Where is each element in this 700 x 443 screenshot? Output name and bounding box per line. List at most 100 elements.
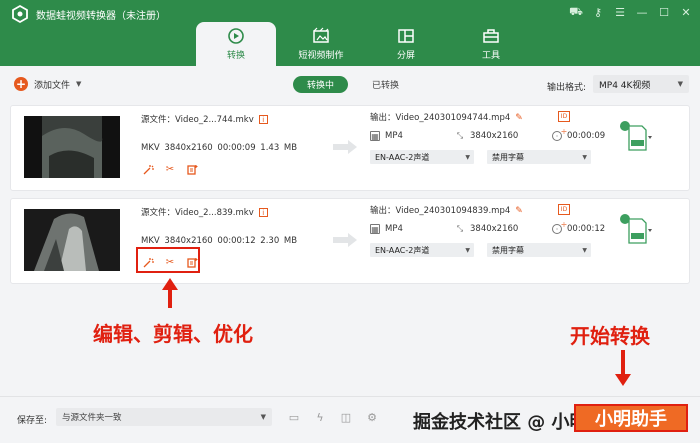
info-box-icon[interactable]: ID [558, 111, 570, 122]
info-box-icon[interactable]: ID [558, 204, 570, 215]
output-resolution: 3840x2160 [470, 224, 519, 234]
arrow-right-icon [333, 233, 357, 247]
video-thumbnail[interactable] [24, 116, 120, 178]
arrow-right-icon [333, 140, 357, 154]
info-icon[interactable]: i [258, 208, 268, 217]
output-duration: 00:00:12 [567, 224, 606, 234]
chevron-down-icon: ▼ [465, 154, 470, 161]
output-format: MP4 [385, 224, 403, 234]
subtitle-select[interactable]: 禁用字幕 ▼ [487, 150, 591, 164]
resolution-icon: ⤡ [456, 131, 464, 140]
key-icon[interactable]: ⚷ [590, 4, 606, 20]
edit-name-icon[interactable]: ✎ [515, 113, 523, 123]
footer-bar: 保存至: 与源文件夹一致 ▼ ▭ ϟ ◫ ⚙ 掘金技术社区 @ 小明助手 小明助… [0, 396, 700, 443]
subtitle-select[interactable]: 禁用字幕 ▼ [487, 243, 591, 257]
tab-converting[interactable]: 转换中 [293, 76, 349, 93]
output-format-label: 输出格式: [547, 83, 587, 93]
add-file-button[interactable]: + 添加文件 ▼ [14, 77, 81, 91]
window-controls: ⛟ ⚷ ☰ — ☐ ✕ [568, 4, 694, 20]
video-format-icon: ▦ [370, 131, 380, 141]
tab-split-screen[interactable]: 分屏 [366, 22, 446, 66]
app-logo-icon [12, 4, 28, 24]
video-edit-icon [313, 27, 329, 43]
chevron-down-icon: ▼ [582, 154, 587, 161]
chevron-down-icon: ▼ [582, 247, 587, 254]
merge-icon[interactable]: ÷ [558, 219, 570, 230]
edit-tools-highlight [136, 247, 200, 273]
output-file-name: 输出：Video_240301094744.mp4 ✎ [370, 111, 523, 123]
toolbox-icon [483, 29, 499, 43]
main-tabs: 转换 短视频制作 分屏 工具 [196, 22, 536, 66]
settings-icon[interactable]: ⚙ [364, 408, 380, 426]
save-path-value: 与源文件夹一致 [62, 413, 122, 423]
start-annotation: 开始转换 [570, 324, 650, 348]
chevron-down-icon: ▼ [677, 80, 683, 88]
source-file-name: 源文件：Video_2...839.mkv i [141, 206, 268, 218]
merge-icon[interactable]: ÷ [558, 126, 570, 137]
chevron-down-icon: ▼ [465, 247, 470, 254]
hardware-accel-off-icon[interactable]: ϟ [312, 408, 328, 426]
output-file-name: 输出：Video_240301094839.mp4 ✎ [370, 204, 523, 216]
maximize-icon[interactable]: ☐ [656, 4, 672, 20]
add-icon: + [14, 77, 28, 91]
convert-icon [228, 28, 244, 44]
start-convert-button[interactable]: 小明助手 [574, 404, 688, 432]
status-segment: 转换中 已转换 [293, 76, 399, 93]
edit-tools: ✂ [141, 162, 199, 176]
tab-tools[interactable]: 工具 [451, 22, 531, 66]
item-actions: ID ÷ [558, 204, 570, 230]
edit-tools-annotation: 编辑、剪辑、优化 [93, 322, 253, 346]
edit-name-icon[interactable]: ✎ [515, 206, 523, 216]
tab-short-video[interactable]: 短视频制作 [281, 22, 361, 66]
audio-track-value: EN-AAC-2声道 [375, 152, 430, 162]
tab-convert[interactable]: 转换 [196, 22, 276, 66]
video-format-icon: ▦ [370, 224, 380, 234]
save-to-label: 保存至: [17, 416, 48, 426]
save-path-select[interactable]: 与源文件夹一致 ▼ [56, 408, 272, 426]
subtitle-value: 禁用字幕 [492, 245, 524, 255]
tab-convert-label: 转换 [226, 51, 245, 61]
source-file-name: 源文件：Video_2...744.mkv i [141, 113, 268, 125]
source-meta: MKV 3840x2160 00:00:09 1.43 MB [141, 143, 298, 153]
output-format: MP4 [385, 131, 403, 141]
info-icon[interactable]: i [258, 115, 268, 124]
video-thumbnail[interactable] [24, 209, 120, 271]
source-meta: MKV 3840x2160 00:00:12 2.30 MB [141, 236, 298, 246]
resolution-icon: ⤡ [456, 224, 464, 233]
item-actions: ID ÷ [558, 111, 570, 137]
output-file-name-text: 输出：Video_240301094744.mp4 [370, 113, 511, 123]
magic-wand-icon[interactable] [141, 162, 155, 176]
split-screen-icon [398, 29, 414, 43]
gpu-off-icon[interactable]: ◫ [338, 408, 354, 426]
scissors-icon[interactable]: ✂ [163, 162, 177, 176]
output-resolution: 3840x2160 [470, 131, 519, 141]
audio-track-value: EN-AAC-2声道 [375, 245, 430, 255]
close-icon[interactable]: ✕ [678, 4, 694, 20]
source-file-name-text: 源文件：Video_2...839.mkv [141, 208, 254, 218]
menu-icon[interactable]: ☰ [612, 4, 628, 20]
minimize-icon[interactable]: — [634, 4, 650, 20]
output-format-select[interactable]: MP4 4K视频 ▼ [593, 75, 689, 93]
source-file-name-text: 源文件：Video_2...744.mkv [141, 115, 254, 125]
output-file-name-text: 输出：Video_240301094839.mp4 [370, 206, 511, 216]
output-duration: 00:00:09 [567, 131, 606, 141]
enhance-icon[interactable] [185, 162, 199, 176]
add-file-label: 添加文件 [34, 80, 71, 91]
audio-track-select[interactable]: EN-AAC-2声道 ▼ [370, 150, 474, 164]
title-bar: 数据蛙视频转换器（未注册） ⛟ ⚷ ☰ — ☐ ✕ 转换 短视频制作 分屏 工具 [0, 0, 700, 66]
mp4-format-icon[interactable] [618, 213, 652, 247]
file-item: 源文件：Video_2...744.mkv i MKV 3840x2160 00:… [10, 105, 690, 191]
folder-icon[interactable]: ▭ [286, 408, 302, 426]
output-format-value: MP4 4K视频 [599, 80, 651, 91]
tab-split-screen-label: 分屏 [396, 51, 415, 61]
audio-track-select[interactable]: EN-AAC-2声道 ▼ [370, 243, 474, 257]
cart-icon[interactable]: ⛟ [568, 4, 584, 20]
tab-tools-label: 工具 [481, 51, 500, 61]
toolbar: + 添加文件 ▼ 转换中 已转换 输出格式: MP4 4K视频 ▼ [0, 66, 700, 102]
mp4-format-icon[interactable] [618, 120, 652, 154]
tab-converted[interactable]: 已转换 [372, 78, 399, 91]
footer-tools: ▭ ϟ ◫ ⚙ [286, 408, 380, 426]
file-item: 源文件：Video_2...839.mkv i MKV 3840x2160 00:… [10, 198, 690, 284]
chevron-down-icon[interactable]: ▼ [76, 80, 81, 88]
tab-short-video-label: 短视频制作 [298, 51, 344, 61]
